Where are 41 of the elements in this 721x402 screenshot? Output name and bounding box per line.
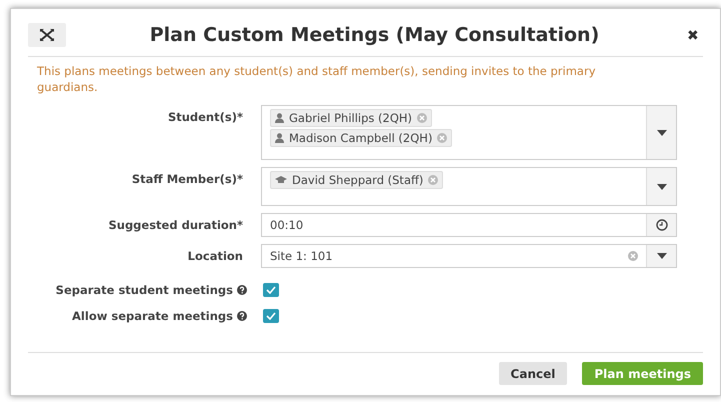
graduation-cap-icon	[275, 176, 287, 184]
cancel-button[interactable]: Cancel	[498, 362, 568, 385]
field-label: Staff Member(s)*	[130, 171, 244, 186]
expand-button[interactable]	[28, 23, 66, 47]
field-value: Site 1: 101	[270, 249, 333, 263]
field-label: Student(s)*	[166, 109, 244, 124]
help-icon[interactable]	[237, 285, 247, 295]
clear-icon[interactable]	[428, 175, 438, 185]
clear-icon[interactable]	[628, 251, 638, 261]
check-icon	[266, 286, 276, 294]
dialog-title: Plan Custom Meetings (May Consultation)	[148, 24, 600, 46]
dropdown-button[interactable]	[646, 168, 676, 205]
clear-icon[interactable]	[437, 133, 448, 143]
field-label: Suggested duration*	[107, 217, 244, 232]
intro-text: This plans meetings between any student(s) and staff member(s), sending invites to the primary guardians.	[37, 63, 597, 95]
clock-icon	[656, 219, 668, 231]
field-value: 00:10	[270, 218, 304, 232]
option-label: Separate student meetings	[56, 283, 233, 297]
person-icon	[275, 113, 284, 123]
help-icon[interactable]	[237, 311, 247, 321]
dropdown-button[interactable]	[646, 245, 676, 267]
caret-down-icon	[656, 253, 666, 259]
person-icon	[275, 133, 284, 143]
option-label: Allow separate meetings	[72, 309, 233, 323]
expand-icon	[40, 29, 54, 41]
multiselect-field[interactable]: David Sheppard (Staff)	[261, 167, 677, 206]
close-button[interactable]: ✖	[683, 27, 703, 43]
tag-label: Madison Campbell (2QH)	[289, 131, 432, 145]
caret-down-icon	[656, 130, 666, 136]
multiselect-field[interactable]: Gabriel Phillips (2QH) Madison Campbell (2QH)	[261, 105, 677, 160]
clear-icon[interactable]	[417, 113, 428, 123]
field-label: Location	[186, 248, 244, 263]
tag-label: Gabriel Phillips (2QH)	[289, 111, 412, 125]
location-field[interactable]: Site 1: 101	[261, 244, 677, 268]
caret-down-icon	[656, 184, 666, 190]
clock-button[interactable]	[646, 214, 676, 236]
checkbox[interactable]	[263, 283, 279, 297]
duration-field[interactable]: 00:10	[261, 213, 677, 237]
check-icon	[266, 312, 276, 320]
tag-label: David Sheppard (Staff)	[292, 173, 424, 187]
checkbox[interactable]	[263, 309, 279, 323]
